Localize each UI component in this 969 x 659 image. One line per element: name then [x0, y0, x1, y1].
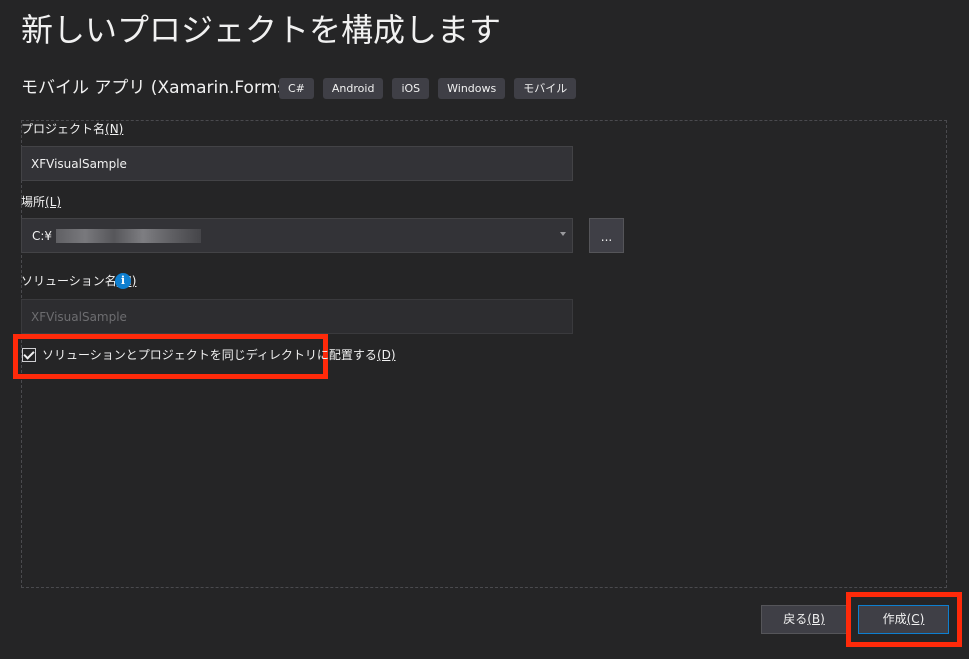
- create-access-key: (C): [906, 612, 925, 626]
- same-directory-label: ソリューションとプロジェクトを同じディレクトリに配置する(D): [42, 348, 396, 362]
- same-directory-checkbox[interactable]: [22, 347, 36, 362]
- same-directory-checkbox-row[interactable]: ソリューションとプロジェクトを同じディレクトリに配置する(D): [22, 346, 396, 363]
- redacted-path: [56, 228, 202, 243]
- same-directory-access-key: (D): [376, 348, 396, 362]
- project-name-access-key: (N): [105, 122, 124, 136]
- template-name: モバイル アプリ (Xamarin.Forms): [21, 78, 293, 98]
- location-access-key: (L): [45, 195, 62, 209]
- back-access-key: (B): [807, 612, 825, 626]
- tag-mobile: モバイル: [514, 78, 577, 99]
- page-title: 新しいプロジェクトを構成します: [21, 11, 502, 49]
- tag-android: Android: [322, 78, 384, 99]
- location-combobox[interactable]: C:¥: [21, 218, 573, 253]
- tag-windows: Windows: [438, 78, 506, 99]
- create-button[interactable]: 作成(C): [858, 605, 949, 634]
- browse-button[interactable]: ...: [589, 218, 624, 253]
- solution-name-input: [21, 299, 573, 334]
- back-button[interactable]: 戻る(B): [761, 605, 847, 634]
- chevron-down-icon[interactable]: [560, 232, 566, 236]
- project-name-input[interactable]: [21, 146, 573, 181]
- template-tags: C# Android iOS Windows モバイル: [279, 78, 577, 99]
- project-name-label: プロジェクト名(N): [21, 122, 124, 136]
- location-value: C:¥: [32, 228, 53, 243]
- tag-ios: iOS: [392, 78, 430, 99]
- location-label: 場所(L): [21, 195, 62, 209]
- tag-csharp: C#: [279, 78, 314, 99]
- info-icon[interactable]: i: [115, 273, 131, 289]
